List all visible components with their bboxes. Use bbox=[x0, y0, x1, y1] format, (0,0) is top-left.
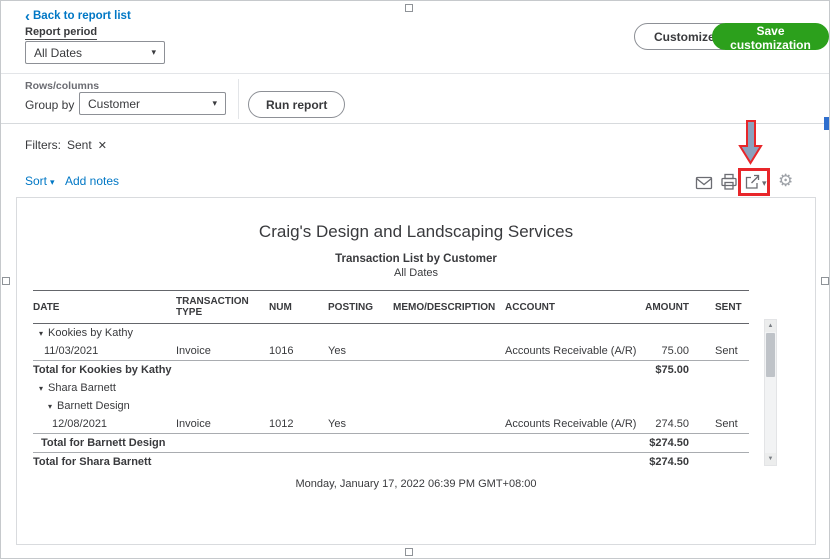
section-divider bbox=[1, 123, 829, 124]
back-to-report-list-link[interactable]: ‹ Back to report list bbox=[25, 7, 131, 25]
group-row: ▾ Barnett Design bbox=[33, 397, 749, 415]
column-header: ACCOUNT bbox=[505, 301, 555, 313]
group-by-value: Customer bbox=[88, 96, 141, 111]
table-body: ▾ Kookies by Kathy 11/03/2021 Invoice 1016 Ye… bbox=[33, 324, 749, 471]
report-footer-timestamp: Monday, January 17, 2022 06:39 PM GMT+08… bbox=[295, 478, 537, 490]
column-header: AMOUNT bbox=[645, 301, 689, 313]
column-header: TRANSACTION TYPE bbox=[176, 296, 249, 318]
report-card: Craig's Design and Landscaping Services … bbox=[16, 197, 816, 545]
page-scrollbar-fragment[interactable] bbox=[824, 117, 829, 130]
sent-cell: Sent bbox=[715, 345, 738, 357]
amount-cell: 75.00 bbox=[661, 345, 689, 357]
date-cell[interactable]: 12/08/2021 bbox=[33, 418, 176, 430]
group-by-dropdown[interactable]: Customer ▾ bbox=[79, 92, 226, 115]
date-cell[interactable]: 11/03/2021 bbox=[33, 345, 176, 357]
settings-icon[interactable]: ⚙ bbox=[778, 171, 793, 190]
posting-cell: Yes bbox=[328, 418, 346, 430]
table-header-row: DATE TRANSACTION TYPE NUM POSTING MEMO/DESCR… bbox=[33, 290, 749, 324]
amount-cell: 274.50 bbox=[655, 418, 689, 430]
filter-chip-sent[interactable]: Sent ✕ bbox=[67, 138, 107, 152]
group-by-label: Group by bbox=[25, 98, 75, 112]
total-amount: $274.50 bbox=[649, 437, 689, 449]
email-icon[interactable] bbox=[695, 174, 713, 192]
report-period-label: Report period bbox=[25, 26, 98, 40]
company-name: Craig's Design and Landscaping Services bbox=[258, 222, 574, 241]
group-row: ▾ Shara Barnett bbox=[33, 379, 749, 397]
data-row: 12/08/2021 Invoice 1012 Yes Accounts Receiva… bbox=[33, 415, 749, 433]
back-link-label: Back to report list bbox=[33, 10, 131, 22]
column-header: SENT bbox=[715, 301, 742, 313]
collapse-caret-icon[interactable]: ▾ bbox=[48, 402, 52, 411]
dropdown-caret-icon: ▾ bbox=[212, 98, 217, 108]
column-header: NUM bbox=[269, 301, 292, 313]
group-label: Kookies by Kathy bbox=[48, 327, 134, 339]
screenshot-canvas: ‹ Back to report list Report period All … bbox=[0, 0, 830, 559]
transactions-table: DATE TRANSACTION TYPE NUM POSTING MEMO/DESCR… bbox=[33, 290, 749, 471]
report-period-dropdown[interactable]: All Dates ▾ bbox=[25, 41, 165, 64]
filter-chip-label: Sent bbox=[67, 138, 92, 152]
total-row: Total for Kookies by Kathy $75.00 bbox=[33, 360, 749, 379]
collapse-caret-icon[interactable]: ▾ bbox=[39, 329, 43, 338]
posting-cell: Yes bbox=[328, 345, 346, 357]
column-header: DATE bbox=[33, 301, 60, 313]
total-label: Total for Kookies by Kathy bbox=[33, 364, 172, 376]
total-label: Total for Shara Barnett bbox=[33, 456, 152, 468]
total-row: Total for Shara Barnett $274.50 bbox=[33, 452, 749, 471]
scrollbar-thumb[interactable] bbox=[766, 333, 775, 377]
sent-cell: Sent bbox=[715, 418, 738, 430]
transaction-type-cell: Invoice bbox=[176, 345, 211, 357]
save-customization-button[interactable]: Save customization bbox=[712, 23, 829, 52]
account-cell: Accounts Receivable (A/R) bbox=[505, 345, 637, 357]
total-amount: $274.50 bbox=[649, 456, 689, 468]
total-row: Total for Barnett Design $274.50 bbox=[33, 433, 749, 452]
column-header: POSTING bbox=[328, 301, 374, 313]
remove-filter-icon[interactable]: ✕ bbox=[98, 139, 107, 152]
selection-handle-bottom[interactable] bbox=[405, 548, 413, 556]
filters-label: Filters: bbox=[25, 138, 61, 152]
chevron-left-icon: ‹ bbox=[25, 7, 30, 25]
table-scrollbar[interactable]: ▲ ▼ bbox=[764, 319, 777, 466]
data-row: 11/03/2021 Invoice 1016 Yes Accounts Receiva… bbox=[33, 342, 749, 360]
sort-label: Sort bbox=[25, 174, 48, 188]
add-notes-link[interactable]: Add notes bbox=[65, 174, 119, 188]
dropdown-caret-icon: ▾ bbox=[151, 47, 156, 57]
report-period-value: All Dates bbox=[34, 45, 83, 60]
annotation-highlight-box bbox=[738, 168, 770, 196]
report-title: Transaction List by Customer bbox=[335, 253, 497, 265]
transaction-type-cell: Invoice bbox=[176, 418, 211, 430]
num-cell: 1012 bbox=[269, 418, 294, 430]
section-divider bbox=[1, 73, 829, 74]
group-label: Shara Barnett bbox=[48, 382, 116, 394]
vertical-divider bbox=[238, 79, 239, 119]
scroll-up-icon[interactable]: ▲ bbox=[765, 320, 776, 332]
rows-columns-label: Rows/columns bbox=[25, 80, 100, 92]
num-cell: 1016 bbox=[269, 345, 294, 357]
collapse-caret-icon[interactable]: ▾ bbox=[39, 384, 43, 393]
scroll-down-icon[interactable]: ▼ bbox=[765, 453, 776, 465]
selection-handle-right[interactable] bbox=[821, 277, 829, 285]
sort-button[interactable]: Sort ▾ bbox=[25, 174, 55, 188]
report-period-text: All Dates bbox=[393, 267, 439, 279]
total-amount: $75.00 bbox=[655, 364, 689, 376]
run-report-button[interactable]: Run report bbox=[248, 91, 346, 118]
account-cell: Accounts Receivable (A/R) bbox=[505, 418, 637, 430]
selection-handle-left[interactable] bbox=[2, 277, 10, 285]
sort-caret-icon: ▾ bbox=[50, 177, 55, 187]
group-row: ▾ Kookies by Kathy bbox=[33, 324, 749, 342]
print-icon[interactable] bbox=[720, 173, 738, 191]
selection-handle-top[interactable] bbox=[405, 4, 413, 12]
column-header: MEMO/DESCRIPTION bbox=[393, 301, 496, 313]
group-label: Barnett Design bbox=[57, 400, 130, 412]
total-label: Total for Barnett Design bbox=[41, 437, 166, 449]
annotation-down-arrow bbox=[738, 119, 763, 166]
